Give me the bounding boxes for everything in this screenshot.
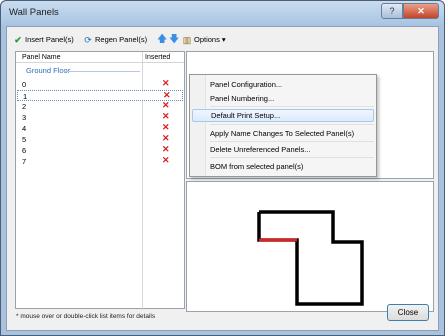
not-inserted-icon: ✕ xyxy=(162,78,170,88)
not-inserted-icon: ✕ xyxy=(162,100,170,110)
menu-item-delete-unreferenced[interactable]: Delete Unreferenced Panels... xyxy=(210,145,310,154)
floor-plan-preview xyxy=(186,181,434,312)
options-label: Options xyxy=(194,35,220,44)
list-item-selected[interactable]: 1 ✕ xyxy=(17,90,183,101)
not-inserted-icon: ✕ xyxy=(162,122,170,132)
list-item[interactable]: 3 ✕ xyxy=(17,111,183,123)
panel-name: 2 xyxy=(22,102,27,111)
menu-item-default-print-setup[interactable]: Default Print Setup... xyxy=(192,109,374,122)
refresh-icon: ⟳ xyxy=(84,35,92,45)
list-hint: * mouse over or double-click list items … xyxy=(16,313,156,320)
arrow-down-icon: 🡇 xyxy=(169,34,180,45)
menu-separator xyxy=(210,124,374,125)
wall-outline xyxy=(257,210,364,306)
menu-separator xyxy=(210,106,374,107)
move-down-button[interactable]: 🡇 xyxy=(169,34,179,46)
menu-item-bom[interactable]: BOM from selected panel(s) xyxy=(210,162,303,171)
menu-icon-strip xyxy=(190,75,206,176)
panel-name: 7 xyxy=(22,157,27,166)
not-inserted-icon: ✕ xyxy=(162,111,170,121)
panel-name: 6 xyxy=(22,146,27,155)
floor-plan-drawing xyxy=(257,210,364,306)
list-item[interactable]: 2 ✕ xyxy=(17,100,183,112)
options-dropdown-button[interactable]: ▥ Options ▾ xyxy=(182,34,226,46)
menu-item-apply-name-changes[interactable]: Apply Name Changes To Selected Panel(s) xyxy=(210,129,354,138)
panel-name: 3 xyxy=(22,113,27,122)
panel-name: 4 xyxy=(22,124,27,133)
panel-list[interactable]: Panel Name Inserted Ground Floor 0 ✕ 1 ✕… xyxy=(15,51,185,310)
move-up-button[interactable]: 🡅 xyxy=(157,34,167,46)
panel-name: 5 xyxy=(22,135,27,144)
checkmark-icon: ✔ xyxy=(14,35,22,45)
list-item[interactable]: 4 ✕ xyxy=(17,122,183,134)
options-icon: ▥ xyxy=(182,35,192,45)
window-title: Wall Panels xyxy=(9,7,59,18)
menu-separator xyxy=(210,141,374,142)
insert-panels-button[interactable]: ✔ Insert Panel(s) xyxy=(13,34,74,46)
menu-separator xyxy=(210,157,374,158)
not-inserted-icon: ✕ xyxy=(162,155,170,165)
window-close-button[interactable]: ✕ xyxy=(403,3,439,19)
column-panel-name[interactable]: Panel Name xyxy=(22,54,61,61)
list-item[interactable]: 0 ✕ xyxy=(17,78,183,90)
regen-panels-button[interactable]: ⟳ Regen Panel(s) xyxy=(83,34,147,46)
title-bar[interactable]: Wall Panels ? ✕ xyxy=(1,1,444,25)
list-item[interactable]: 7 ✕ xyxy=(17,155,183,167)
wall-panels-window: Wall Panels ? ✕ ✔ Insert Panel(s) ⟳ Rege… xyxy=(0,0,445,336)
panel-name: 1 xyxy=(23,92,28,101)
chevron-down-icon: ▾ xyxy=(221,35,226,44)
options-menu: Panel Configuration... Panel Numbering..… xyxy=(189,74,377,177)
list-header: Panel Name Inserted xyxy=(16,52,184,63)
arrow-up-icon: 🡅 xyxy=(157,34,168,45)
menu-item-panel-numbering[interactable]: Panel Numbering... xyxy=(210,94,274,103)
not-inserted-icon: ✕ xyxy=(162,133,170,143)
menu-item-panel-configuration[interactable]: Panel Configuration... xyxy=(210,80,282,89)
list-item[interactable]: 5 ✕ xyxy=(17,133,183,145)
column-inserted[interactable]: Inserted xyxy=(145,54,170,61)
help-button[interactable]: ? xyxy=(381,3,403,19)
toolbar: ✔ Insert Panel(s) ⟳ Regen Panel(s) 🡅 🡇 ▥… xyxy=(7,27,438,47)
insert-panels-label: Insert Panel(s) xyxy=(25,35,74,44)
group-divider xyxy=(62,71,140,72)
regen-panels-label: Regen Panel(s) xyxy=(95,35,148,44)
close-button[interactable]: Close xyxy=(387,304,429,321)
not-inserted-icon: ✕ xyxy=(162,144,170,154)
dialog-body: ✔ Insert Panel(s) ⟳ Regen Panel(s) 🡅 🡇 ▥… xyxy=(6,26,439,331)
list-item[interactable]: 6 ✕ xyxy=(17,144,183,156)
panel-name: 0 xyxy=(22,80,27,89)
